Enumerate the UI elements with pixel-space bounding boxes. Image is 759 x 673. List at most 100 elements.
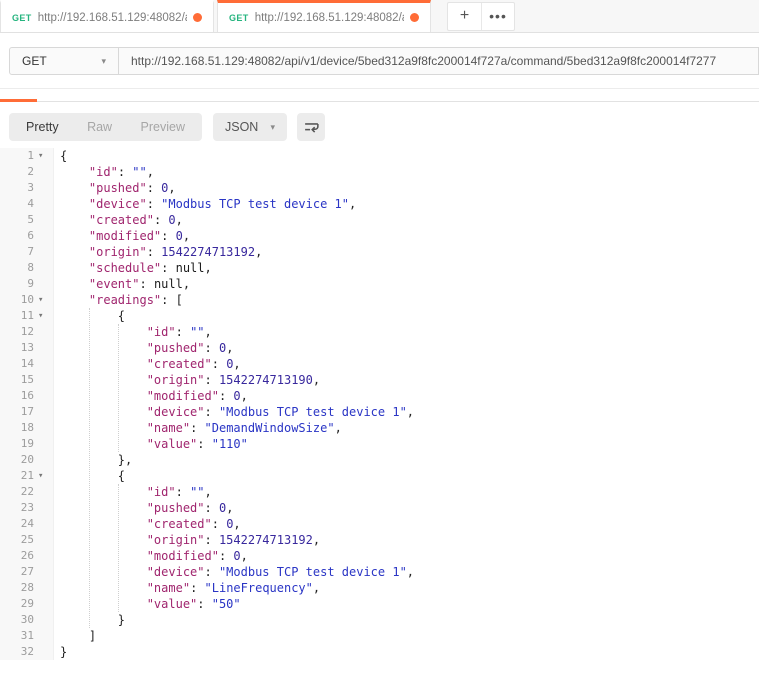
tab-list: GEThttp://192.168.51.129:48082/api/GETht… (0, 0, 434, 32)
fold-spacer (34, 404, 53, 420)
gutter: 24 (0, 516, 54, 532)
language-select[interactable]: JSON ▾ (213, 113, 287, 141)
gutter: 1▾ (0, 148, 54, 164)
gutter: 21▾ (0, 468, 54, 484)
view-pretty-button[interactable]: Pretty (26, 120, 59, 134)
code-line: 28 "name": "LineFrequency", (0, 580, 759, 596)
fold-spacer (34, 340, 53, 356)
code-text: "modified": 0, (54, 388, 248, 404)
code-text: "created": 0, (54, 516, 241, 532)
active-tab-indicator (0, 99, 37, 102)
fold-toggle-icon[interactable]: ▾ (34, 148, 53, 164)
code-line: 4 "device": "Modbus TCP test device 1", (0, 196, 759, 212)
code-text: "modified": 0, (54, 548, 248, 564)
more-tabs-button[interactable]: ••• (481, 3, 514, 30)
code-line: 8 "schedule": null, (0, 260, 759, 276)
gutter: 17 (0, 404, 54, 420)
code-text: "pushed": 0, (54, 180, 176, 196)
fold-spacer (34, 628, 53, 644)
line-number: 3 (0, 180, 34, 196)
ellipsis-icon: ••• (489, 9, 507, 23)
view-raw-button[interactable]: Raw (87, 120, 112, 134)
code-line: 22 "id": "", (0, 484, 759, 500)
code-line: 12 "id": "", (0, 324, 759, 340)
line-number: 13 (0, 340, 34, 356)
code-line: 23 "pushed": 0, (0, 500, 759, 516)
gutter: 19 (0, 436, 54, 452)
fold-spacer (34, 356, 53, 372)
fold-spacer (34, 532, 53, 548)
fold-spacer (34, 420, 53, 436)
code-line: 21▾ { (0, 468, 759, 484)
tab-bar: GEThttp://192.168.51.129:48082/api/GETht… (0, 0, 759, 33)
line-number: 15 (0, 372, 34, 388)
line-number: 10 (0, 292, 34, 308)
fold-spacer (34, 596, 53, 612)
gutter: 3 (0, 180, 54, 196)
fold-toggle-icon[interactable]: ▾ (34, 308, 53, 324)
line-number: 12 (0, 324, 34, 340)
gutter: 31 (0, 628, 54, 644)
fold-spacer (34, 564, 53, 580)
code-line: 24 "created": 0, (0, 516, 759, 532)
fold-spacer (34, 244, 53, 260)
gutter: 26 (0, 548, 54, 564)
gutter: 29 (0, 596, 54, 612)
line-number: 6 (0, 228, 34, 244)
fold-spacer (34, 180, 53, 196)
gutter: 30 (0, 612, 54, 628)
language-label: JSON (225, 120, 258, 134)
method-select[interactable]: GET ▾ (9, 47, 119, 75)
wrap-text-icon (303, 119, 320, 136)
view-switcher: Pretty Raw Preview (9, 113, 202, 141)
line-number: 2 (0, 164, 34, 180)
url-input[interactable]: http://192.168.51.129:48082/api/v1/devic… (119, 47, 759, 75)
code-line: 30 } (0, 612, 759, 628)
code-text: "origin": 1542274713190, (54, 372, 320, 388)
line-number: 19 (0, 436, 34, 452)
code-text: "id": "", (54, 324, 212, 340)
gutter: 14 (0, 356, 54, 372)
gutter: 27 (0, 564, 54, 580)
code-line: 17 "device": "Modbus TCP test device 1", (0, 404, 759, 420)
code-line: 13 "pushed": 0, (0, 340, 759, 356)
view-preview-button[interactable]: Preview (141, 120, 185, 134)
fold-spacer (34, 612, 53, 628)
line-number: 14 (0, 356, 34, 372)
line-number: 7 (0, 244, 34, 260)
tab-url-label: http://192.168.51.129:48082/api/ (38, 12, 187, 24)
code-text: { (54, 148, 67, 164)
request-tab[interactable]: GET http://192.168.51.129:48082/api/ (217, 0, 431, 32)
code-line: 19 "value": "110" (0, 436, 759, 452)
code-line: 18 "name": "DemandWindowSize", (0, 420, 759, 436)
line-number: 26 (0, 548, 34, 564)
fold-spacer (34, 324, 53, 340)
fold-spacer (34, 452, 53, 468)
code-text: } (54, 644, 67, 660)
code-line: 29 "value": "50" (0, 596, 759, 612)
line-number: 9 (0, 276, 34, 292)
request-tab[interactable]: GEThttp://192.168.51.129:48082/api/ (0, 0, 214, 32)
code-text: "origin": 1542274713192, (54, 244, 262, 260)
tab-actions: + ••• (447, 2, 515, 31)
chevron-down-icon: ▾ (101, 56, 106, 67)
line-number: 8 (0, 260, 34, 276)
fold-spacer (34, 260, 53, 276)
line-number: 1 (0, 148, 34, 164)
unsaved-dot-icon (410, 13, 419, 22)
code-text: }, (54, 452, 132, 468)
code-line: 3 "pushed": 0, (0, 180, 759, 196)
fold-toggle-icon[interactable]: ▾ (34, 292, 53, 308)
new-tab-button[interactable]: + (448, 3, 481, 30)
tab-method-label: GET (229, 13, 249, 23)
unsaved-dot-icon (193, 13, 202, 22)
tab-url-label: http://192.168.51.129:48082/api/ (255, 12, 404, 24)
fold-spacer (34, 164, 53, 180)
code-text: "created": 0, (54, 212, 183, 228)
code-line: 27 "device": "Modbus TCP test device 1", (0, 564, 759, 580)
fold-toggle-icon[interactable]: ▾ (34, 468, 53, 484)
line-number: 21 (0, 468, 34, 484)
gutter: 18 (0, 420, 54, 436)
request-row: GET ▾ http://192.168.51.129:48082/api/v1… (0, 33, 759, 88)
wrap-text-button[interactable] (297, 113, 325, 141)
